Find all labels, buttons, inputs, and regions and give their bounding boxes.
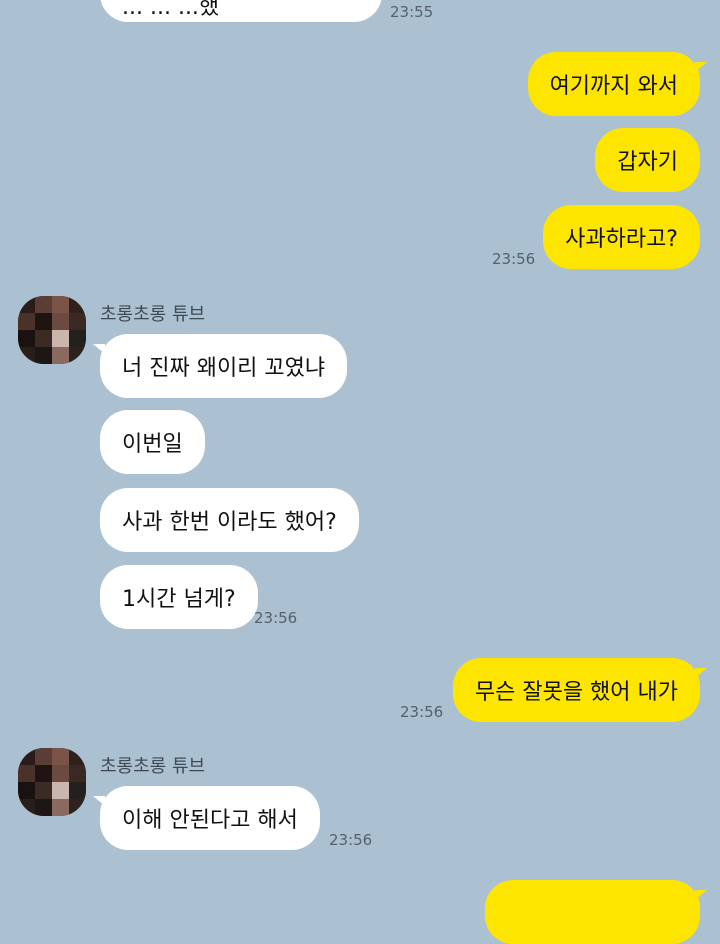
message-bubble-outgoing[interactable]: 여기까지 와서 xyxy=(527,52,708,116)
message-bubble-outgoing[interactable]: 사과하라고? xyxy=(543,205,700,269)
message-bubble-incoming[interactable]: ... ... ...했 xyxy=(100,0,382,22)
message-timestamp: 23:56 xyxy=(329,831,373,849)
message-text: 이번일 xyxy=(122,432,183,457)
message-bubble-outgoing[interactable]: 무슨 잘못을 했어 내가 xyxy=(452,658,708,722)
message-bubble-incoming[interactable]: 이번일 xyxy=(100,410,205,474)
sender-avatar[interactable] xyxy=(18,748,86,816)
message-text: 사과하라고? xyxy=(565,227,678,252)
message-bubble-outgoing[interactable]: 갑자기 xyxy=(595,128,700,192)
message-text: 사과 한번 이라도 했어? xyxy=(122,510,337,535)
message-timestamp: 23:56 xyxy=(400,703,444,721)
sender-name: 초롱초롱 튜브 xyxy=(100,304,206,325)
message-text: 무슨 잘못을 했어 내가 xyxy=(474,680,678,705)
message-text: 1시간 넘게? xyxy=(122,587,236,612)
sender-name: 초롱초롱 튜브 xyxy=(100,756,206,777)
message-bubble-outgoing[interactable] xyxy=(485,880,707,944)
message-timestamp: 23:56 xyxy=(254,609,298,627)
message-text: 이해 안된다고 해서 xyxy=(122,808,298,833)
sender-avatar[interactable] xyxy=(18,296,86,364)
message-bubble-incoming[interactable]: 너 진짜 왜이리 꼬였냐 xyxy=(92,334,348,398)
message-text: 너 진짜 왜이리 꼬였냐 xyxy=(122,356,326,381)
message-timestamp: 23:56 xyxy=(492,250,536,268)
message-bubble-incoming[interactable]: 이해 안된다고 해서 xyxy=(93,786,320,850)
message-bubble-incoming[interactable]: 사과 한번 이라도 했어? xyxy=(100,488,359,552)
message-timestamp: 23:55 xyxy=(390,3,434,21)
message-bubble-incoming[interactable]: 1시간 넘게? xyxy=(100,565,258,629)
message-text: ... ... ...했 xyxy=(122,0,220,20)
message-text: 여기까지 와서 xyxy=(549,74,678,99)
message-text: 갑자기 xyxy=(617,150,678,175)
